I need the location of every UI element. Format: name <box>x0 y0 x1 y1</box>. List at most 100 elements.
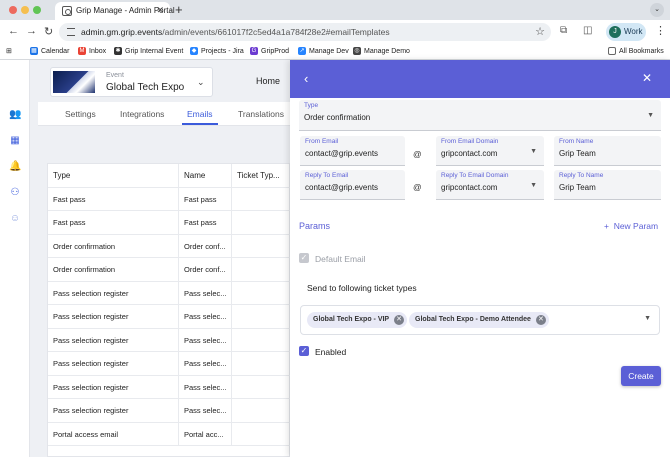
table-row[interactable]: Pass selection register Pass selec... <box>48 352 291 376</box>
new-param-button[interactable]: + New Param <box>604 221 658 231</box>
site-info-icon[interactable] <box>67 28 75 36</box>
reload-icon[interactable]: ↻ <box>44 25 53 38</box>
table-row[interactable]: Fast pass Fast pass <box>48 187 291 211</box>
reply-to-email-value: contact@grip.events <box>305 183 379 192</box>
at-symbol: @ <box>413 182 422 192</box>
tab-integrations[interactable]: Integrations <box>120 109 164 119</box>
window-minimize-icon[interactable] <box>21 6 29 14</box>
cell-ticket-type <box>232 328 291 352</box>
bookmark-manage-dev[interactable]: ↗ Manage Dev <box>298 47 349 55</box>
from-email-domain-select[interactable]: From Email Domain gripcontact.com ▼ <box>436 136 544 166</box>
manage-dev-icon: ↗ <box>298 47 306 55</box>
ticket-types-select[interactable]: Global Tech Expo - VIP ✕ Global Tech Exp… <box>300 305 660 335</box>
table-row[interactable]: Pass selection register Pass selec... <box>48 328 291 352</box>
people-icon[interactable]: 👥 <box>9 109 21 121</box>
table-row[interactable]: Order confirmation Order conf... <box>48 234 291 258</box>
close-icon[interactable]: ✕ <box>642 71 652 85</box>
bookmark-manage-demo[interactable]: ◎ Manage Demo <box>353 47 410 55</box>
column-header-name[interactable]: Name <box>179 164 232 188</box>
cell-type: Portal access email <box>48 422 179 446</box>
type-select[interactable]: Type Order confirmation ▼ <box>299 100 661 131</box>
event-logo <box>53 71 95 93</box>
cell-type: Fast pass <box>48 211 179 235</box>
tab-translations[interactable]: Translations <box>238 109 284 119</box>
window-close-icon[interactable] <box>9 6 17 14</box>
cell-type: Fast pass <box>48 187 179 211</box>
cell-type: Pass selection register <box>48 281 179 305</box>
bookmark-projects-jira[interactable]: ◆ Projects - Jira <box>190 47 244 55</box>
new-tab-icon[interactable]: + <box>175 2 183 17</box>
cell-name: Fast pass <box>179 211 232 235</box>
column-header-type[interactable]: Type <box>48 164 179 188</box>
create-button[interactable]: Create <box>621 366 661 386</box>
user-icon[interactable]: ☺ <box>9 213 21 225</box>
browser-tab[interactable]: Grip Manage - Admin Portal ✕ <box>55 2 175 20</box>
chip-remove-icon[interactable]: ✕ <box>394 315 405 325</box>
event-selector[interactable]: Event Global Tech Expo ⌄ <box>50 67 213 97</box>
cell-type: Pass selection register <box>48 305 179 329</box>
from-name-field[interactable]: From Name Grip Team <box>554 136 661 166</box>
table-row[interactable]: Pass selection register Pass selec... <box>48 281 291 305</box>
ticket-chip[interactable]: Global Tech Expo - VIP ✕ <box>307 312 408 328</box>
at-symbol: @ <box>413 149 422 159</box>
cell-ticket-type <box>232 258 291 282</box>
table-row[interactable]: Pass selection register Pass selec... <box>48 305 291 329</box>
profile-button[interactable]: J Work <box>606 23 646 41</box>
bookmark-star-icon[interactable]: ☆ <box>535 25 545 38</box>
groups-icon[interactable]: ⚇ <box>9 187 21 199</box>
bell-icon[interactable]: 🔔 <box>9 161 21 173</box>
bookmark-calendar[interactable]: ▦ Calendar <box>30 47 69 55</box>
all-bookmarks[interactable]: All Bookmarks <box>608 47 664 55</box>
default-email-label: Default Email <box>315 254 366 264</box>
event-name: Global Tech Expo <box>106 82 185 93</box>
browser-menu-icon[interactable]: ⋮ <box>655 24 666 37</box>
back-arrow-icon[interactable]: ‹ <box>304 71 308 86</box>
drawer-header: ‹ ✕ <box>290 60 670 98</box>
chevron-down-icon: ⌄ <box>197 77 205 87</box>
caret-down-icon: ▼ <box>644 315 651 322</box>
reply-to-name-value: Grip Team <box>559 183 596 192</box>
bookmark-inbox[interactable]: M Inbox <box>78 47 106 55</box>
home-link[interactable]: Home <box>256 76 280 86</box>
extensions-puzzle-icon[interactable]: ⧉ <box>560 25 567 36</box>
tab-settings[interactable]: Settings <box>65 109 96 119</box>
tab-emails[interactable]: Emails <box>187 109 213 119</box>
reply-to-name-field[interactable]: Reply To Name Grip Team <box>554 170 661 200</box>
address-bar[interactable]: admin.gm.grip.events/admin/events/661017… <box>59 23 551 41</box>
chip-remove-icon[interactable]: ✕ <box>535 315 546 325</box>
tab-search-chevron-icon[interactable]: ⌄ <box>650 3 664 17</box>
reply-to-email-field[interactable]: Reply To Email contact@grip.events <box>300 170 405 200</box>
active-tab-indicator <box>182 123 218 125</box>
reply-to-email-domain-select[interactable]: Reply To Email Domain gripcontact.com ▼ <box>436 170 544 200</box>
cell-name: Order conf... <box>179 258 232 282</box>
browser-toolbar: ← → ↻ admin.gm.grip.events/admin/events/… <box>0 20 670 44</box>
event-selector-label: Event <box>106 72 124 79</box>
from-email-field[interactable]: From Email contact@grip.events <box>300 136 405 166</box>
table-row[interactable]: Pass selection register Pass selec... <box>48 399 291 423</box>
from-name-label: From Name <box>559 138 594 145</box>
ticket-chip[interactable]: Global Tech Expo - Demo Attendee ✕ <box>409 312 549 328</box>
cell-name: Pass selec... <box>179 375 232 399</box>
from-email-label: From Email <box>305 138 339 145</box>
bookmark-gripprod[interactable]: G GripProd <box>250 47 289 55</box>
bookmark-grip-internal-event[interactable]: ✱ Grip Internal Event <box>114 47 183 55</box>
calendar-icon[interactable]: ▦ <box>9 135 21 147</box>
table-row[interactable]: Order confirmation Order conf... <box>48 258 291 282</box>
back-arrow-icon[interactable]: ← <box>8 25 19 37</box>
tab-groups-icon[interactable]: ◫ <box>583 25 592 36</box>
table-row[interactable]: Portal access email Portal acc... <box>48 422 291 446</box>
cell-name: Fast pass <box>179 187 232 211</box>
enabled-checkbox[interactable]: ✓ <box>299 346 309 356</box>
manage-demo-icon: ◎ <box>353 47 361 55</box>
window-maximize-icon[interactable] <box>33 6 41 14</box>
forward-arrow-icon[interactable]: → <box>26 25 37 37</box>
table-row[interactable]: Pass selection register Pass selec... <box>48 375 291 399</box>
default-email-checkbox: ✓ <box>299 253 309 263</box>
column-header-ticket-type[interactable]: Ticket Typ... <box>232 164 291 188</box>
cell-ticket-type <box>232 281 291 305</box>
table-row[interactable]: Fast pass Fast pass <box>48 211 291 235</box>
cell-ticket-type <box>232 211 291 235</box>
apps-grid-icon[interactable]: ⊞ <box>6 47 12 55</box>
cell-ticket-type <box>232 234 291 258</box>
tab-close-icon[interactable]: ✕ <box>156 5 164 16</box>
